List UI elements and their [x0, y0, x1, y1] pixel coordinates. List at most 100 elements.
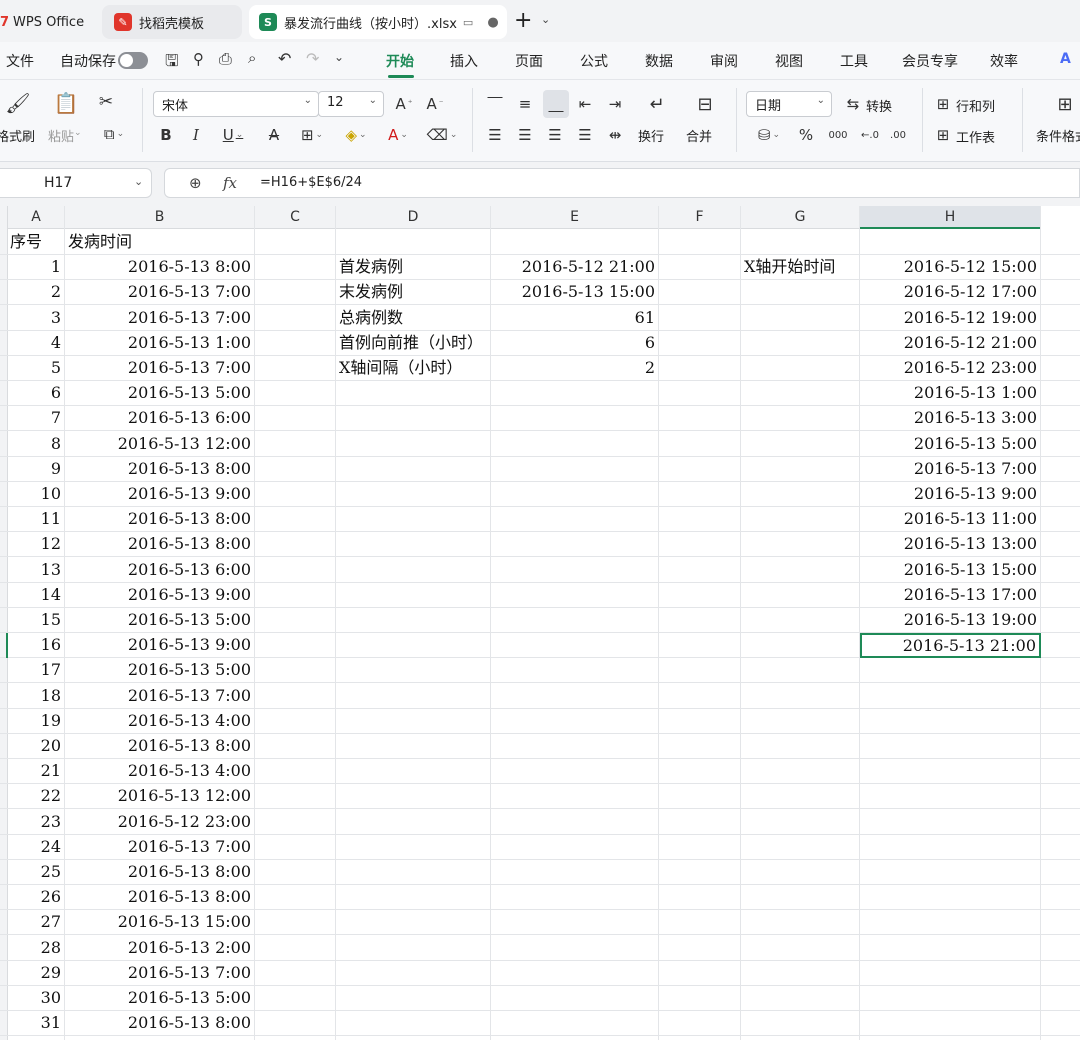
- cell-B[interactable]: 2016-5-13 5:00: [65, 986, 255, 1011]
- cell-D[interactable]: [336, 230, 491, 255]
- menu-tab-4[interactable]: 数据: [645, 51, 673, 71]
- cell-C[interactable]: [255, 986, 336, 1011]
- cell-G[interactable]: [741, 280, 860, 306]
- merge-button[interactable]: 合并: [686, 126, 712, 145]
- cell-C[interactable]: [255, 784, 336, 810]
- cell-E[interactable]: 2016-5-12 21:00: [491, 255, 659, 281]
- unsaved-dot-icon[interactable]: ●: [487, 15, 498, 30]
- cell-B[interactable]: 2016-5-13 7:00: [65, 356, 255, 381]
- worksheet-button[interactable]: 工作表: [956, 127, 995, 146]
- justify-icon[interactable]: ☰: [574, 123, 596, 147]
- cell-E[interactable]: [491, 708, 659, 734]
- cell-D[interactable]: [336, 759, 491, 785]
- cell-D[interactable]: [336, 381, 491, 407]
- cell-E[interactable]: [491, 910, 659, 936]
- cell-F[interactable]: [659, 759, 741, 785]
- cell-D[interactable]: [336, 834, 491, 860]
- row-col-button[interactable]: 行和列: [956, 96, 995, 115]
- cell-G[interactable]: [741, 910, 860, 936]
- cell-H[interactable]: [860, 784, 1041, 810]
- row-col-icon[interactable]: ⊞: [932, 92, 954, 116]
- cell-E[interactable]: [491, 406, 659, 432]
- selected-cell-H17[interactable]: 2016-5-13 21:00: [860, 633, 1041, 659]
- cell-G[interactable]: [741, 582, 860, 608]
- cell-D[interactable]: [336, 532, 491, 558]
- cell-A[interactable]: 8: [8, 431, 65, 457]
- cell-B[interactable]: 2016-5-13 8:00: [65, 532, 255, 558]
- cell-B[interactable]: 2016-5-13 8:00: [65, 507, 255, 533]
- font-color-icon[interactable]: A ⌄: [380, 123, 416, 147]
- cell-G[interactable]: [741, 608, 860, 633]
- cell-A[interactable]: 29: [8, 960, 65, 986]
- cell-H[interactable]: 2016-5-13 13:00: [860, 532, 1041, 558]
- cell-G[interactable]: [741, 935, 860, 961]
- cell-C[interactable]: [255, 280, 336, 306]
- cell-C[interactable]: [255, 759, 336, 785]
- cell-B[interactable]: 2016-5-13 5:00: [65, 658, 255, 684]
- cell-H[interactable]: [860, 885, 1041, 911]
- conditional-format-button[interactable]: 条件格式: [1036, 126, 1080, 145]
- menu-tab-3[interactable]: 公式: [580, 51, 608, 71]
- cell-G[interactable]: [741, 960, 860, 986]
- menu-tab-7[interactable]: 工具: [840, 51, 868, 71]
- increase-font-icon[interactable]: A ⁺: [392, 92, 416, 116]
- cell-B[interactable]: 2016-5-13 9:00: [65, 633, 255, 659]
- cell-E[interactable]: [491, 860, 659, 885]
- column-header-D[interactable]: D: [336, 206, 491, 229]
- cell-H[interactable]: 2016-5-12 19:00: [860, 305, 1041, 331]
- cell-E[interactable]: [491, 557, 659, 583]
- cell-G[interactable]: [741, 381, 860, 407]
- cell-A[interactable]: 19: [8, 708, 65, 734]
- menu-file[interactable]: 文件: [6, 51, 34, 71]
- cell-E[interactable]: [491, 456, 659, 482]
- cell-G[interactable]: [741, 330, 860, 356]
- cell-B[interactable]: 2016-5-13 5:00: [65, 381, 255, 407]
- cell-H[interactable]: [860, 960, 1041, 986]
- cell-C[interactable]: [255, 305, 336, 331]
- cell-F[interactable]: [659, 809, 741, 835]
- cell-A[interactable]: 13: [8, 557, 65, 583]
- cell-F[interactable]: [659, 885, 741, 911]
- cell-A[interactable]: 17: [8, 658, 65, 684]
- cell-A[interactable]: 11: [8, 507, 65, 533]
- cell-H[interactable]: [860, 935, 1041, 961]
- align-bottom-icon[interactable]: ⎽: [543, 90, 569, 118]
- cell-F[interactable]: [659, 658, 741, 684]
- cell-E[interactable]: [491, 734, 659, 759]
- cell-D[interactable]: [336, 557, 491, 583]
- cell-B[interactable]: 2016-5-13 6:00: [65, 557, 255, 583]
- cell-E[interactable]: 61: [491, 305, 659, 331]
- cell-A[interactable]: 31: [8, 1011, 65, 1037]
- worksheet-icon[interactable]: ⊞: [932, 123, 954, 147]
- formula-input-box[interactable]: ⊕ fx =H16+$E$6/24: [164, 168, 1080, 198]
- cell-C[interactable]: [255, 582, 336, 608]
- cell-D[interactable]: [336, 658, 491, 684]
- cell-H[interactable]: 2016-5-12 23:00: [860, 356, 1041, 381]
- merge-icon[interactable]: ⊟: [692, 90, 718, 118]
- print-preview-icon[interactable]: ⌕: [248, 49, 256, 67]
- column-header-A[interactable]: A: [8, 206, 65, 229]
- wrap-text-button[interactable]: 换行: [638, 126, 664, 145]
- cell-A[interactable]: 5: [8, 356, 65, 381]
- cell-D[interactable]: [336, 608, 491, 633]
- fill-color-icon[interactable]: ◈ ⌄: [338, 123, 374, 147]
- cell-D[interactable]: [336, 431, 491, 457]
- cell-D[interactable]: [336, 986, 491, 1011]
- cell-H[interactable]: 2016-5-13 11:00: [860, 507, 1041, 533]
- cell-G[interactable]: [741, 557, 860, 583]
- undo-icon[interactable]: ↶: [278, 49, 291, 68]
- column-header-C[interactable]: C: [255, 206, 336, 229]
- cell-E[interactable]: [491, 759, 659, 785]
- convert-icon[interactable]: ⇆: [842, 92, 864, 116]
- cell-A[interactable]: 28: [8, 935, 65, 961]
- cell-B[interactable]: 2016-5-13 4:00: [65, 759, 255, 785]
- cell-A[interactable]: 序号: [8, 230, 65, 255]
- italic-icon[interactable]: I: [186, 123, 206, 147]
- cell-H[interactable]: [860, 986, 1041, 1011]
- cell-E[interactable]: [491, 885, 659, 911]
- cell-C[interactable]: [255, 860, 336, 885]
- cell-F[interactable]: [659, 330, 741, 356]
- cell-H[interactable]: [860, 809, 1041, 835]
- cell-A[interactable]: 6: [8, 381, 65, 407]
- cell-D[interactable]: [336, 935, 491, 961]
